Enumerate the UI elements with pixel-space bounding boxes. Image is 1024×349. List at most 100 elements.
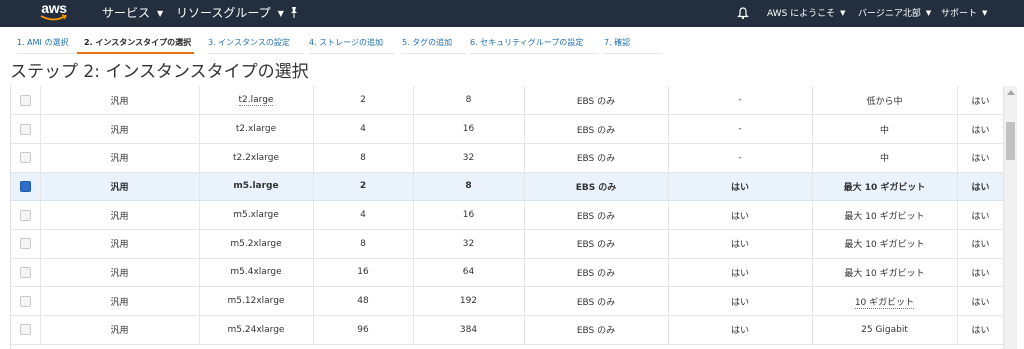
- storage-cell: EBS のみ: [524, 286, 669, 316]
- vcpu-cell: 48: [313, 286, 414, 316]
- table-row[interactable]: 汎用 m5.xlarge 4 16 EBS のみ はい 最大 10 ギガビット …: [11, 200, 1003, 230]
- ebs-optimized-cell: はい: [668, 229, 813, 259]
- ipv6-cell: はい: [957, 172, 1003, 202]
- page-title: ステップ 2: インスタンスタイプの選択: [10, 62, 309, 82]
- row-checkbox-cell[interactable]: [11, 114, 41, 144]
- row-checkbox-checked[interactable]: [19, 180, 31, 192]
- type-cell: t2.xlarge: [199, 114, 314, 144]
- vcpu-cell: 8: [313, 143, 414, 173]
- tab-divider: [208, 53, 304, 54]
- tab-add-storage[interactable]: 4. ストレージの追加: [302, 37, 394, 59]
- tab-review[interactable]: 7. 確認: [597, 37, 662, 59]
- chevron-down-icon: ▼: [840, 9, 846, 17]
- scroll-up-arrow-icon[interactable]: [1007, 90, 1015, 95]
- row-checkbox-cell[interactable]: [11, 200, 41, 230]
- table-row[interactable]: 汎用 m5.24xlarge 96 384 EBS のみ はい 25 Gigab…: [11, 315, 1003, 345]
- row-checkbox-cell[interactable]: [11, 229, 41, 259]
- storage-cell: EBS のみ: [524, 315, 669, 345]
- chevron-down-icon: ▼: [277, 9, 284, 18]
- row-checkbox[interactable]: [19, 209, 31, 221]
- network-cell: 最大 10 ギガビット: [812, 172, 958, 202]
- memory-cell: 8: [413, 172, 525, 202]
- tab-add-tags[interactable]: 5. タグの追加: [395, 37, 465, 59]
- region-menu[interactable]: バージニア北部 ▼: [858, 0, 931, 27]
- chevron-down-icon: ▼: [925, 9, 932, 17]
- row-checkbox-cell[interactable]: [11, 86, 41, 116]
- resource-groups-label: リソースグループ: [176, 6, 271, 20]
- aws-logo-text: aws: [41, 0, 67, 16]
- row-checkbox-cell[interactable]: [11, 172, 41, 202]
- scrollbar-thumb[interactable]: [1006, 122, 1015, 160]
- family-cell: 汎用: [40, 86, 200, 116]
- network-cell: 最大 10 ギガビット: [812, 229, 958, 259]
- account-menu[interactable]: AWS にようこそ ▼: [767, 0, 846, 27]
- ipv6-cell: はい: [957, 200, 1003, 230]
- resource-groups-menu[interactable]: リソースグループ ▼: [176, 0, 284, 27]
- ebs-optimized-cell: はい: [668, 200, 813, 230]
- services-label: サービス: [102, 6, 151, 20]
- type-cell: m5.large: [199, 172, 314, 202]
- vcpu-cell: 8: [313, 229, 414, 259]
- memory-cell: 32: [413, 229, 525, 259]
- aws-smile-icon: [40, 14, 68, 21]
- wizard-steps: 1. AMI の選択 2. インスタンスタイプの選択 3. インスタンスの設定 …: [0, 27, 1024, 60]
- pushpin-icon[interactable]: [287, 6, 301, 20]
- memory-cell: 16: [413, 114, 525, 144]
- family-cell: 汎用: [40, 114, 200, 144]
- table-row[interactable]: 汎用 t2.large 2 8 EBS のみ - 低から中 はい: [11, 86, 1003, 116]
- ebs-optimized-cell: -: [668, 114, 813, 144]
- tab-divider: [309, 53, 394, 54]
- network-cell: 最大 10 ギガビット: [812, 258, 958, 288]
- row-checkbox-cell[interactable]: [11, 315, 41, 345]
- tab-divider: [604, 53, 662, 54]
- row-checkbox[interactable]: [19, 152, 31, 164]
- family-cell: 汎用: [40, 143, 200, 173]
- row-checkbox[interactable]: [19, 324, 31, 336]
- tab-choose-instance-type[interactable]: 2. インスタンスタイプの選択: [77, 37, 194, 59]
- row-checkbox-cell[interactable]: [11, 258, 41, 288]
- family-cell: 汎用: [40, 286, 200, 316]
- ebs-optimized-cell: はい: [668, 315, 813, 345]
- ebs-optimized-cell: -: [668, 143, 813, 173]
- table-row[interactable]: 汎用 m5.4xlarge 16 64 EBS のみ はい 最大 10 ギガビッ…: [11, 258, 1003, 288]
- support-menu[interactable]: サポート ▼: [941, 0, 987, 27]
- table-row[interactable]: 汎用 t2.xlarge 4 16 EBS のみ - 中 はい: [11, 114, 1003, 144]
- tab-label: 5. タグの追加: [402, 38, 453, 47]
- bell-icon[interactable]: [736, 6, 750, 20]
- ebs-optimized-cell: はい: [668, 286, 813, 316]
- tab-divider: [470, 53, 598, 54]
- ebs-optimized-cell: はい: [668, 258, 813, 288]
- aws-logo[interactable]: aws: [38, 1, 70, 25]
- type-cell: m5.xlarge: [199, 200, 314, 230]
- ipv6-cell: はい: [957, 229, 1003, 259]
- row-checkbox[interactable]: [19, 94, 31, 106]
- vcpu-cell: 4: [313, 114, 414, 144]
- family-cell: 汎用: [40, 258, 200, 288]
- row-checkbox-cell[interactable]: [11, 286, 41, 316]
- memory-cell: 384: [413, 315, 525, 345]
- row-checkbox[interactable]: [19, 295, 31, 307]
- tab-label: 2. インスタンスタイプの選択: [84, 38, 192, 47]
- table-row[interactable]: 汎用 m5.2xlarge 8 32 EBS のみ はい 最大 10 ギガビット…: [11, 229, 1003, 259]
- storage-cell: EBS のみ: [524, 172, 669, 202]
- tab-choose-ami[interactable]: 1. AMI の選択: [10, 37, 79, 59]
- tab-configure-instance[interactable]: 3. インスタンスの設定: [201, 37, 304, 59]
- tab-divider: [402, 53, 465, 54]
- ipv6-cell: はい: [957, 143, 1003, 173]
- row-checkbox[interactable]: [19, 123, 31, 135]
- table-row[interactable]: 汎用 m5.12xlarge 48 192 EBS のみ はい 10 ギガビット…: [11, 286, 1003, 316]
- table-scrollbar[interactable]: [1003, 86, 1017, 349]
- tab-configure-security-group[interactable]: 6. セキュリティグループの設定: [463, 37, 598, 59]
- type-cell: t2.large: [199, 86, 314, 116]
- row-checkbox[interactable]: [19, 266, 31, 278]
- services-menu[interactable]: サービス ▼: [102, 0, 163, 27]
- row-checkbox[interactable]: [19, 238, 31, 250]
- vcpu-cell: 16: [313, 258, 414, 288]
- storage-cell: EBS のみ: [524, 143, 669, 173]
- table-row[interactable]: 汎用 t2.2xlarge 8 32 EBS のみ - 中 はい: [11, 143, 1003, 173]
- vcpu-cell: 2: [313, 172, 414, 202]
- storage-cell: EBS のみ: [524, 258, 669, 288]
- row-checkbox-cell[interactable]: [11, 143, 41, 173]
- table-row-selected[interactable]: 汎用 m5.large 2 8 EBS のみ はい 最大 10 ギガビット はい: [11, 172, 1003, 202]
- network-cell: 低から中: [812, 86, 958, 116]
